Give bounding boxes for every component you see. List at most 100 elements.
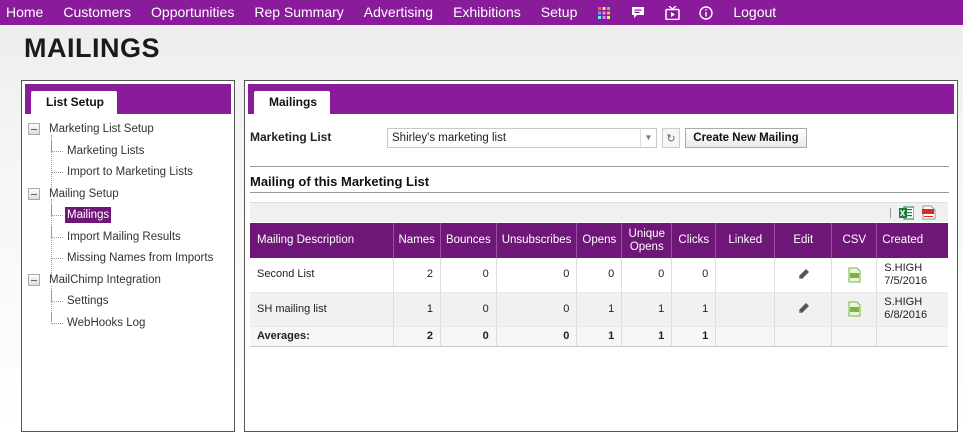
cell-unique-opens: 0 — [621, 258, 672, 293]
info-icon[interactable] — [689, 0, 723, 25]
page-title: MAILINGS — [24, 33, 160, 63]
setup-tree: Marketing List Setup Marketing Lists Imp… — [28, 119, 228, 334]
marketing-list-select[interactable]: Shirley's marketing list ▼ — [387, 128, 657, 148]
tree-item-webhooks-log[interactable]: WebHooks Log — [28, 312, 228, 335]
edit-pencil-icon[interactable] — [797, 302, 810, 315]
csv-file-icon[interactable] — [848, 301, 861, 317]
avg-unique-opens: 1 — [621, 325, 672, 347]
averages-label: Averages: — [250, 325, 393, 347]
averages-row: Averages: 2 0 0 1 1 1 — [250, 325, 948, 347]
chat-icon[interactable] — [621, 0, 655, 25]
nav-home[interactable]: Home — [0, 0, 53, 25]
cell-unsubscribes: 0 — [495, 292, 577, 327]
col-edit: Edit — [774, 223, 832, 258]
cell-names: 1 — [392, 292, 441, 327]
tree-item-mailing-setup[interactable]: Mailing Setup — [28, 184, 228, 206]
col-names[interactable]: Names — [392, 223, 441, 258]
tree-item-mailings[interactable]: Mailings — [28, 205, 228, 227]
table-header-row: Mailing Description Names Bounces Unsubs… — [250, 223, 948, 258]
cell-unique-opens: 1 — [621, 292, 672, 327]
main-tab-bar: Mailings — [248, 84, 954, 114]
col-unsubscribes[interactable]: Unsubscribes — [495, 223, 577, 258]
cell-linked — [715, 258, 775, 293]
nav-exhibitions[interactable]: Exhibitions — [443, 0, 531, 25]
cell-unsubscribes: 0 — [495, 258, 577, 293]
tab-list-setup[interactable]: List Setup — [31, 91, 118, 114]
tab-mailings[interactable]: Mailings — [254, 91, 331, 114]
export-toolbar — [250, 202, 948, 222]
cell-bounces: 0 — [439, 258, 497, 293]
table-row[interactable]: Second List 2 0 0 0 0 0 S.HIGH 7/5/2016 — [250, 258, 948, 293]
avg-clicks: 1 — [671, 325, 716, 347]
cell-linked — [715, 292, 775, 327]
created-by: S.HIGH — [884, 261, 923, 274]
tree-item-mailchimp-integration[interactable]: MailChimp Integration — [28, 270, 228, 292]
table-row[interactable]: SH mailing list 1 0 0 1 1 1 S.HIGH 6/8/2… — [250, 292, 948, 327]
tree-item-import-mailing-results[interactable]: Import Mailing Results — [28, 226, 228, 249]
cell-clicks: 1 — [671, 292, 716, 327]
csv-file-icon[interactable] — [848, 267, 861, 283]
cell-opens: 1 — [576, 292, 622, 327]
created-date: 6/8/2016 — [884, 309, 928, 321]
col-mailing-description[interactable]: Mailing Description — [250, 223, 393, 258]
marketing-list-label: Marketing List — [250, 130, 332, 144]
collapse-icon[interactable] — [28, 187, 40, 200]
cell-created: S.HIGH 6/8/2016 — [876, 292, 948, 327]
cell-created: S.HIGH 7/5/2016 — [876, 258, 948, 293]
col-csv: CSV — [831, 223, 877, 258]
tree-item-marketing-list-setup[interactable]: Marketing List Setup — [28, 119, 228, 141]
marketing-list-value: Shirley's marketing list — [392, 132, 507, 144]
marketing-list-row: Marketing List Shirley's marketing list … — [250, 127, 950, 149]
col-linked[interactable]: Linked — [715, 223, 775, 258]
cell-description: Second List — [250, 258, 393, 293]
cell-edit — [774, 258, 832, 293]
excel-export-icon[interactable] — [899, 206, 914, 220]
grid-apps-icon[interactable] — [587, 0, 621, 25]
mailings-panel: Mailings Marketing List Shirley's market… — [244, 80, 958, 432]
cell-edit — [774, 292, 832, 327]
top-nav: Home Customers Opportunities Rep Summary… — [0, 0, 963, 25]
cell-opens: 0 — [576, 258, 622, 293]
tree-item-missing-names[interactable]: Missing Names from Imports — [28, 248, 228, 270]
section-title: Mailing of this Marketing List — [250, 174, 430, 189]
avg-bounces: 0 — [439, 325, 497, 347]
cell-csv — [831, 292, 877, 327]
left-tab-bar: List Setup — [25, 84, 231, 114]
divider — [250, 166, 949, 167]
col-bounces[interactable]: Bounces — [439, 223, 497, 258]
avg-names: 2 — [392, 325, 441, 347]
dropdown-arrow-icon[interactable]: ▼ — [640, 129, 656, 147]
video-icon[interactable] — [655, 0, 689, 25]
tree-item-marketing-lists[interactable]: Marketing Lists — [28, 140, 228, 163]
create-new-mailing-button[interactable]: Create New Mailing — [685, 128, 807, 148]
list-setup-panel: List Setup Marketing List Setup Marketin… — [21, 80, 235, 432]
edit-pencil-icon[interactable] — [797, 268, 810, 281]
nav-advertising[interactable]: Advertising — [354, 0, 443, 25]
col-opens[interactable]: Opens — [576, 223, 622, 258]
collapse-icon[interactable] — [28, 123, 40, 135]
cell-clicks: 0 — [671, 258, 716, 293]
nav-customers[interactable]: Customers — [53, 0, 141, 25]
nav-setup[interactable]: Setup — [531, 0, 588, 25]
tree-item-settings[interactable]: Settings — [28, 291, 228, 313]
nav-opportunities[interactable]: Opportunities — [141, 0, 244, 25]
mailings-table: Mailing Description Names Bounces Unsubs… — [250, 223, 948, 347]
pdf-export-icon[interactable] — [922, 205, 936, 220]
cell-names: 2 — [392, 258, 441, 293]
tree-item-import-to-marketing-lists[interactable]: Import to Marketing Lists — [28, 162, 228, 184]
cell-description: SH mailing list — [250, 292, 393, 327]
refresh-icon[interactable]: ↻ — [662, 128, 680, 148]
col-created[interactable]: Created — [876, 223, 948, 258]
created-date: 7/5/2016 — [884, 274, 928, 287]
collapse-icon[interactable] — [28, 273, 40, 286]
col-unique-opens[interactable]: Unique Opens — [621, 223, 672, 258]
cell-csv — [831, 258, 877, 293]
col-clicks[interactable]: Clicks — [671, 223, 716, 258]
created-by: S.HIGH — [884, 296, 923, 308]
nav-rep-summary[interactable]: Rep Summary — [244, 0, 353, 25]
cell-bounces: 0 — [439, 292, 497, 327]
nav-logout[interactable]: Logout — [723, 0, 786, 25]
divider — [250, 192, 949, 193]
avg-unsubscribes: 0 — [495, 325, 577, 347]
avg-opens: 1 — [576, 325, 622, 347]
